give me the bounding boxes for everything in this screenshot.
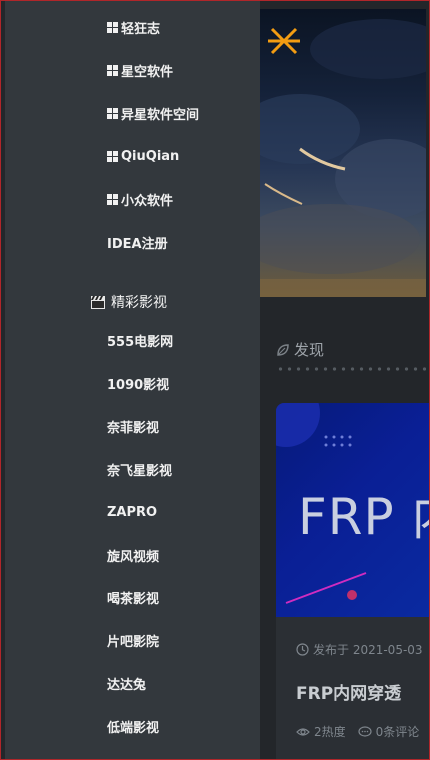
- sidebar-menu: 轻狂志 星空软件 异星软件空间 QiuQian 小众软件 IDEA注册 精彩影视…: [5, 1, 260, 759]
- sidebar-item-xiaozhong[interactable]: 小众软件: [107, 188, 173, 210]
- post-stats: 2热度 0条评论: [296, 723, 419, 740]
- thumbnail-title-text: FRP 内: [298, 488, 429, 546]
- discover-label: 发现: [294, 341, 325, 359]
- sidebar-item-dadatu[interactable]: 达达兔: [107, 672, 146, 694]
- sidebar-item-qingkuangzhi[interactable]: 轻狂志: [107, 16, 160, 38]
- windows-icon: [107, 64, 118, 76]
- close-icon[interactable]: [268, 25, 300, 57]
- sidebar-item-1090[interactable]: 1090影视: [107, 372, 169, 394]
- sidebar-item-label: IDEA注册: [107, 236, 168, 252]
- windows-icon: [107, 193, 118, 205]
- main-content: 发现 FRP 内: [260, 1, 429, 759]
- sidebar-item-label: ZAPRO: [107, 504, 158, 520]
- sidebar-item-label: 旋风视频: [107, 549, 160, 565]
- sidebar-item-zapro[interactable]: ZAPRO: [107, 501, 157, 523]
- sidebar-item-555[interactable]: 555电影网: [107, 329, 173, 351]
- post-date: 发布于 2021-05-03: [296, 641, 423, 658]
- sidebar-item-label: 达达兔: [107, 677, 147, 693]
- sidebar-item-xingkong[interactable]: 星空软件: [107, 59, 173, 81]
- sidebar-item-label: 奈飞星影视: [107, 463, 173, 479]
- sidebar-item-hecha[interactable]: 喝茶影视: [107, 586, 159, 608]
- sidebar-item-label: 轻狂志: [121, 21, 161, 37]
- discover-heading: 发现: [276, 339, 324, 360]
- leaf-icon: [277, 343, 289, 356]
- post-date-text: 发布于 2021-05-03: [313, 643, 423, 657]
- sidebar-item-label: QiuQian: [121, 148, 180, 164]
- sidebar-item-xuanfeng[interactable]: 旋风视频: [107, 544, 159, 566]
- clock-icon: [296, 643, 309, 656]
- post-card[interactable]: FRP 内 发布于 2021-05-03 FRP内网穿透 2热度: [276, 403, 429, 759]
- comment-icon: [358, 725, 372, 737]
- sidebar-item-label: 奈菲影视: [107, 420, 160, 436]
- sidebar-item-pianba[interactable]: 片吧影院: [107, 629, 159, 651]
- sidebar-item-label: 小众软件: [121, 193, 174, 209]
- comment-count[interactable]: 0条评论: [376, 723, 420, 740]
- eye-icon: [296, 727, 310, 736]
- windows-icon: [107, 107, 118, 119]
- windows-icon: [107, 150, 118, 162]
- sidebar-item-label: 555电影网: [107, 334, 174, 350]
- sidebar-item-yixing[interactable]: 异星软件空间: [107, 102, 199, 124]
- dotted-divider: [276, 367, 426, 371]
- windows-icon: [107, 21, 118, 33]
- clapperboard-icon: [91, 295, 105, 309]
- post-thumbnail[interactable]: FRP 内: [276, 403, 429, 617]
- sidebar-item-naifei[interactable]: 奈菲影视: [107, 415, 159, 437]
- sidebar-item-label: 异星软件空间: [121, 107, 200, 123]
- sidebar-item-naifeixing[interactable]: 奈飞星影视: [107, 458, 172, 480]
- sidebar-item-label: 喝茶影视: [107, 591, 160, 607]
- app-frame: 轻狂志 星空软件 异星软件空间 QiuQian 小众软件 IDEA注册 精彩影视…: [0, 0, 430, 760]
- hero-banner-image: [260, 9, 426, 297]
- sidebar-item-diduan[interactable]: 低端影视: [107, 715, 159, 737]
- sidebar-item-qiuqian[interactable]: QiuQian: [107, 145, 179, 167]
- sidebar-item-label: 片吧影院: [107, 634, 160, 650]
- post-title[interactable]: FRP内网穿透: [296, 679, 401, 704]
- sidebar-item-label: 1090影视: [107, 377, 170, 393]
- section-title-movies: 精彩影视: [91, 291, 167, 313]
- section-title-label: 精彩影视: [111, 295, 167, 311]
- sidebar-item-label: 低端影视: [107, 720, 160, 736]
- sidebar-item-idea[interactable]: IDEA注册: [107, 231, 168, 253]
- heat-count: 2热度: [314, 725, 346, 739]
- sidebar-item-label: 星空软件: [121, 64, 174, 80]
